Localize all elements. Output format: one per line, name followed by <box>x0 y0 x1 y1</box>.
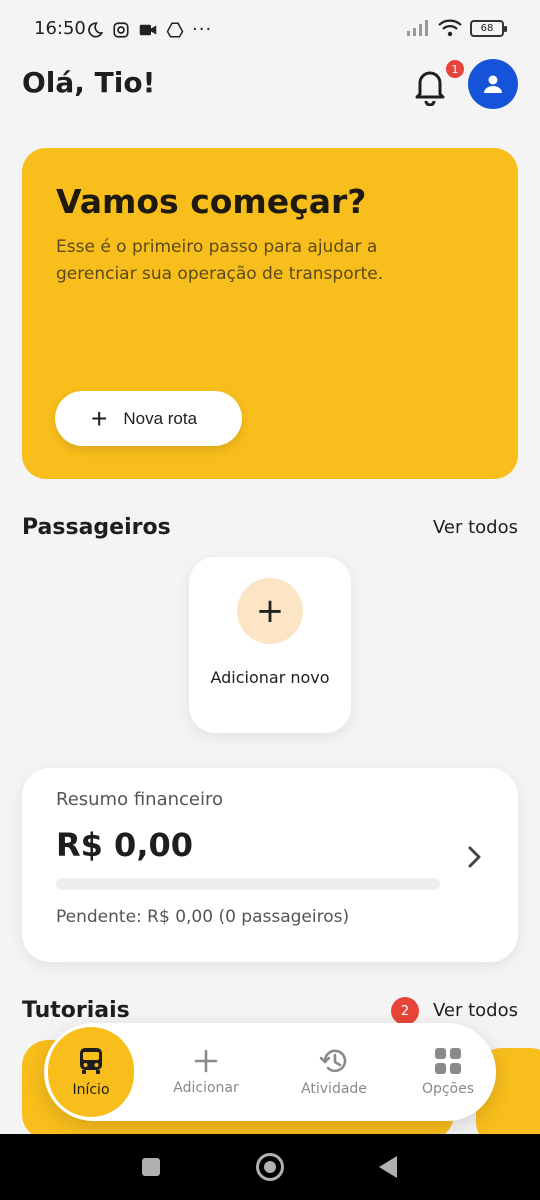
add-passenger-card[interactable]: + Adicionar novo <box>189 557 351 733</box>
financial-summary-label: Resumo financeiro <box>56 789 224 810</box>
nav-item-add[interactable]: Adicionar <box>164 1023 248 1121</box>
bus-icon <box>80 1048 102 1074</box>
new-route-button[interactable]: + Nova rota <box>55 391 242 446</box>
status-time: 16:50 <box>34 18 86 39</box>
drive-icon <box>166 22 184 37</box>
nav-item-activity[interactable]: Atividade <box>292 1023 376 1121</box>
nav-label-home: Início <box>72 1082 110 1098</box>
status-icons-right: 68 <box>406 19 507 37</box>
nav-item-home[interactable]: Início <box>48 1027 134 1117</box>
recents-button[interactable] <box>142 1158 160 1176</box>
financial-progress-bar <box>56 878 440 890</box>
battery-icon: 68 <box>470 19 507 37</box>
back-button[interactable] <box>379 1156 397 1178</box>
notification-button[interactable] <box>412 66 448 107</box>
nav-label-options: Opções <box>421 1081 475 1097</box>
hero-subtitle: Esse é o primeiro passo para ajudar a ge… <box>56 237 384 284</box>
tutorials-title: Tutoriais <box>22 998 130 1023</box>
financial-pending-text: Pendente: R$ 0,00 (0 passageiros) <box>56 907 350 927</box>
financial-summary-card[interactable]: Resumo financeiro R$ 0,00 Pendente: R$ 0… <box>22 768 518 962</box>
financial-summary-value: R$ 0,00 <box>56 826 193 864</box>
plus-icon: + <box>91 402 108 434</box>
nav-label-add: Adicionar <box>173 1080 239 1096</box>
getting-started-card: Vamos começar? Esse é o primeiro passo p… <box>22 148 518 479</box>
wifi-icon <box>438 19 462 37</box>
home-button[interactable] <box>256 1153 284 1181</box>
tutorials-badge: 2 <box>391 997 419 1025</box>
instagram-icon <box>113 21 129 38</box>
video-icon <box>139 24 157 35</box>
passengers-see-all-link[interactable]: Ver todos <box>433 517 518 538</box>
add-passenger-label: Adicionar novo <box>210 668 330 687</box>
add-passenger-icon: + <box>237 578 303 644</box>
more-dots-icon: ··· <box>192 19 213 40</box>
notification-badge: 1 <box>446 60 464 78</box>
status-icons-left: ··· <box>86 19 212 40</box>
battery-level: 68 <box>480 22 494 34</box>
status-bar: 16:50 ··· 68 <box>0 0 540 60</box>
avatar[interactable] <box>468 59 518 109</box>
system-navigation-bar <box>0 1134 540 1200</box>
signal-icon <box>407 20 428 36</box>
user-icon <box>484 75 502 93</box>
bell-icon <box>415 71 445 107</box>
hero-title: Vamos começar? <box>56 182 367 221</box>
moon-icon <box>88 21 104 37</box>
plus-icon <box>194 1049 218 1073</box>
greeting-title: Olá, Tio! <box>22 66 156 99</box>
history-icon <box>319 1049 347 1073</box>
new-route-label: Nova rota <box>123 408 198 428</box>
tutorials-see-all-link[interactable]: Ver todos <box>433 1000 518 1021</box>
nav-label-activity: Atividade <box>301 1081 367 1097</box>
bottom-navigation: Início Adicionar Atividade Opções <box>44 1023 496 1121</box>
nav-item-options[interactable]: Opções <box>406 1023 490 1121</box>
chevron-right-icon <box>468 846 481 868</box>
grid-icon <box>435 1048 461 1074</box>
passengers-title: Passageiros <box>22 515 171 540</box>
